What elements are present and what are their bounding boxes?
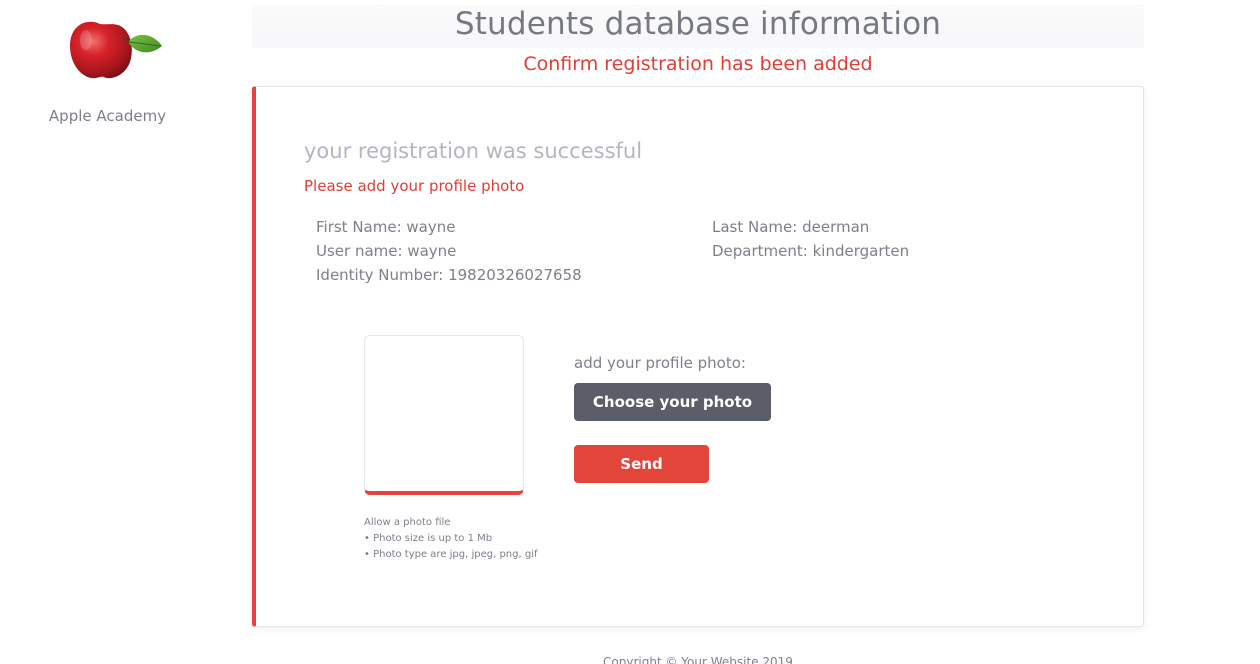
identity-number-info: Identity Number: 19820326027658 — [316, 266, 582, 284]
photo-hint: Please add your profile photo — [304, 177, 525, 195]
add-photo-label: add your profile photo: — [574, 354, 746, 372]
photo-preview — [364, 335, 524, 495]
footer-copyright: Copyright © Your Website 2019 — [603, 655, 793, 664]
apple-logo-icon[interactable] — [62, 14, 172, 86]
sidebar: Apple Academy — [0, 0, 215, 664]
user-name-info: User name: wayne — [316, 242, 457, 260]
photo-type-rule: • Photo type are jpg, jpeg, png, gif — [364, 549, 538, 560]
photo-rules: Allow a photo file • Photo size is up to… — [364, 515, 538, 563]
registration-card: your registration was successful Please … — [252, 86, 1144, 627]
success-title: your registration was successful — [304, 139, 643, 163]
photo-rules-title: Allow a photo file — [364, 517, 451, 528]
choose-photo-button[interactable]: Choose your photo here — [574, 383, 771, 449]
brand-name: Apple Academy — [48, 107, 167, 125]
page-title: Students database information — [454, 6, 942, 42]
send-button[interactable]: Send — [574, 445, 709, 483]
confirm-message: Confirm registration has been added — [523, 53, 873, 75]
department-info: Department: kindergarten — [712, 242, 910, 260]
first-name-info: First Name: wayne — [316, 218, 456, 236]
page: Apple Academy Students database informat… — [0, 0, 1260, 664]
last-name-info: Last Name: deerman — [712, 218, 870, 236]
photo-size-rule: • Photo size is up to 1 Mb — [364, 533, 493, 544]
